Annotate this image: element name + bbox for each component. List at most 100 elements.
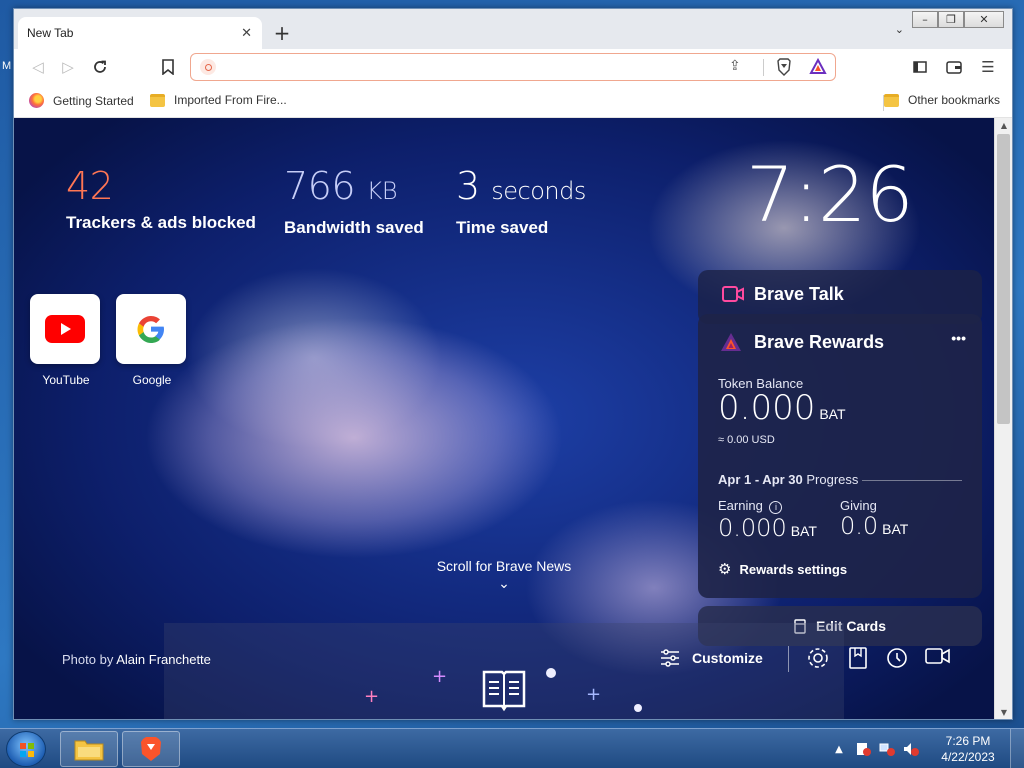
trackers-label: Trackers & ads blocked [66,213,256,232]
address-bar[interactable]: ⇪ [190,53,836,81]
taskbar-brave[interactable] [122,731,180,767]
decoration-dot [634,704,642,712]
action-center-icon[interactable] [854,741,872,757]
folder-icon [884,93,899,107]
vertical-scrollbar[interactable]: ▲ ▼ [994,118,1012,719]
customize-label: Customize [692,650,763,666]
time-label: Time saved [456,218,549,237]
chevron-down-icon: ⌄ [498,576,510,592]
photo-credit-author: Alain Franchette [116,652,211,667]
brave-rewards-card: Brave Rewards ••• Token Balance 0.000 BAT… [698,314,982,598]
tab-title: New Tab [27,26,74,40]
earning-row: Earning i [718,498,783,514]
gear-icon: ⚙ [718,560,732,578]
back-icon[interactable]: ◁ [26,55,50,79]
toolbar: ◁ ▷ ⇪ ☰ [14,49,1012,85]
other-bookmarks[interactable]: Other bookmarks [884,93,1000,107]
desktop-icon-label: M [2,60,12,72]
start-button[interactable] [6,731,46,767]
top-site-google[interactable]: Google [116,294,188,387]
top-site-youtube[interactable]: YouTube [30,294,102,387]
earning-label: Earning [718,498,763,513]
windows-logo-icon [20,743,34,757]
scroll-up-icon[interactable]: ▲ [995,118,1012,134]
brave-news-icon[interactable] [480,666,528,714]
address-input[interactable] [223,57,703,77]
info-icon[interactable]: i [769,501,783,514]
clock: 7:26 [746,150,914,239]
tab-close-icon[interactable]: ✕ [241,26,252,41]
sparkle-icon: + [364,686,380,707]
tray-expand-icon[interactable]: ▲ [830,741,848,757]
brave-logo-icon [141,737,161,761]
share-icon[interactable]: ⇪ [729,58,741,74]
brave-rewards-icon[interactable] [809,57,827,76]
bookmark-icon[interactable] [156,55,180,79]
show-desktop-button[interactable] [1010,729,1024,768]
video-camera-icon [722,286,744,302]
tab-strip: New Tab ✕ + ⌄ – ❐ ✕ [14,9,1012,49]
bookmark-folder-imported[interactable]: Imported From Fire... [150,93,287,107]
rewards-title: Brave Rewards [754,332,885,352]
customize-button[interactable]: Customize [660,649,763,667]
stat-trackers: 42 Trackers & ads blocked [66,163,256,233]
history-icon[interactable] [885,646,911,672]
bookmark-label: Imported From Fire... [174,93,287,107]
menu-icon[interactable]: ☰ [976,55,1000,79]
rewards-settings-link[interactable]: ⚙ Rewards settings [718,560,847,578]
scroll-for-news[interactable]: Scroll for Brave News ⌄ [424,558,584,592]
tab-search-icon[interactable]: ⌄ [895,23,904,36]
bookmarks-bar: Getting Started Imported From Fire... Ot… [14,85,1012,118]
giving-unit: BAT [882,521,909,537]
reload-icon[interactable] [88,55,112,79]
earning-unit: BAT [790,523,817,539]
rewards-period: Apr 1 - Apr 30 [718,472,803,487]
time-value: 3 [456,164,480,208]
token-balance-value: 0.000 [718,388,816,428]
scroll-down-icon[interactable]: ▼ [995,705,1012,719]
volume-icon[interactable] [902,741,920,757]
stat-bandwidth: 766 KB Bandwidth saved [284,163,424,238]
usd-value: ≈ 0.00 USD [718,434,775,446]
photo-credit[interactable]: Photo by Alain Franchette [62,652,211,667]
tab-new-tab[interactable]: New Tab ✕ [18,17,262,49]
sidebar-icon[interactable] [908,55,932,79]
forward-icon[interactable]: ▷ [56,55,80,79]
taskbar-explorer[interactable] [60,731,118,767]
browser-window: New Tab ✕ + ⌄ – ❐ ✕ ◁ ▷ ⇪ ☰ Getting Star… [13,8,1013,720]
system-tray: ▲ 7:26 PM 4/22/2023 [830,729,1024,768]
brave-talk-title: Brave Talk [754,284,844,304]
earning-value: 0.000 [718,514,787,542]
sparkle-icon: + [586,684,602,705]
brave-talk-icon[interactable] [925,646,951,672]
giving-value: 0.0 [840,512,879,540]
bookmarks-icon[interactable] [846,646,872,672]
new-tab-page: 42 Trackers & ads blocked 766 KB Bandwid… [14,118,994,719]
divider [763,59,764,76]
youtube-icon [45,315,85,343]
other-bookmarks-label: Other bookmarks [908,93,1001,107]
photo-credit-prefix: Photo by [62,652,114,667]
close-button[interactable]: ✕ [964,11,1004,28]
stat-time: 3 seconds Time saved [456,163,586,238]
taskbar-clock[interactable]: 7:26 PM 4/22/2023 [926,733,1010,765]
progress-label: Progress [806,472,859,487]
wallet-icon[interactable] [942,55,966,79]
minimize-button[interactable]: – [912,11,938,28]
rewards-settings-label: Rewards settings [739,561,848,577]
rewards-menu-icon[interactable]: ••• [951,330,966,346]
top-site-label: Google [132,373,172,387]
taskbar-date: 4/22/2023 [941,750,995,764]
site-shield-icon[interactable] [200,59,216,75]
new-tab-button[interactable]: + [270,21,294,45]
folder-icon [150,93,165,107]
settings-gear-icon[interactable] [806,646,832,672]
google-icon [137,316,164,343]
bookmark-label: Getting Started [53,93,134,108]
maximize-button[interactable]: ❐ [938,11,964,28]
network-icon[interactable] [878,741,896,757]
scrollbar-thumb[interactable] [997,134,1010,424]
token-balance-unit: BAT [819,406,846,422]
bookmark-getting-started[interactable]: Getting Started [29,93,134,108]
brave-shields-icon[interactable] [775,58,793,76]
